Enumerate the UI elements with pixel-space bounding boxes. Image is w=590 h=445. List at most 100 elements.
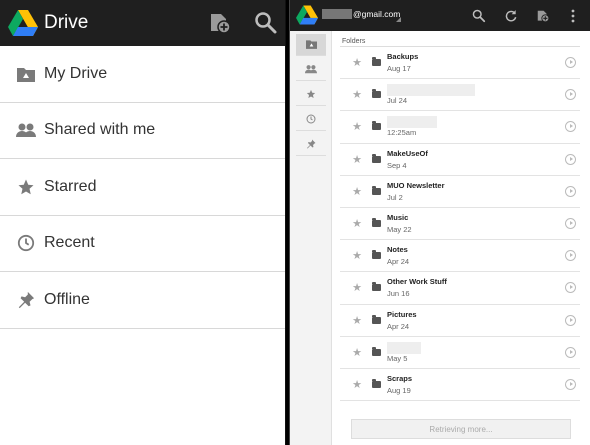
folder-row[interactable]: ★ 12:25am (340, 111, 580, 144)
rail-starred-button[interactable] (296, 84, 326, 106)
star-icon[interactable]: ★ (350, 217, 364, 230)
search-icon[interactable] (472, 9, 486, 23)
nav-list: My Drive Shared with me Starred Recent O… (0, 46, 285, 329)
clock-icon (16, 233, 36, 253)
dropdown-caret-icon (396, 17, 401, 22)
folder-date: Aug 19 (387, 385, 411, 395)
nav-item-label: Starred (44, 177, 97, 195)
details-arrow-icon[interactable] (565, 89, 576, 101)
folder-row[interactable]: ★ Music May 22 (340, 208, 580, 241)
details-arrow-icon[interactable] (565, 121, 576, 133)
upload-icon[interactable] (536, 9, 550, 23)
overflow-menu-icon[interactable] (570, 9, 576, 23)
star-icon[interactable]: ★ (350, 378, 364, 391)
nav-item-label: My Drive (44, 64, 108, 82)
upload-icon[interactable] (208, 11, 232, 35)
app-title: Drive (44, 12, 89, 33)
star-icon[interactable]: ★ (350, 185, 364, 198)
folder-name: Backups (387, 52, 419, 62)
nav-item-starred[interactable]: Starred (0, 159, 285, 216)
account-email: @gmail.com (353, 9, 401, 19)
drive-logo-icon[interactable] (296, 5, 318, 25)
star-icon[interactable]: ★ (350, 88, 364, 101)
nav-item-offline[interactable]: Offline (0, 272, 285, 329)
folder-row[interactable]: ★ May 5 (340, 337, 580, 369)
details-arrow-icon[interactable] (565, 57, 576, 68)
my-drive-icon (16, 64, 36, 84)
folder-row[interactable]: ★ Jul 24 (340, 79, 580, 112)
folder-icon (372, 346, 381, 356)
action-bar: @gmail.com (290, 0, 590, 31)
folder-name: Notes (387, 245, 408, 255)
folder-date: Apr 24 (387, 257, 410, 267)
details-arrow-icon[interactable] (565, 185, 576, 197)
folder-date: Jul 24 (387, 96, 408, 106)
folder-icon (372, 218, 381, 228)
star-icon[interactable]: ★ (350, 249, 364, 262)
people-icon (16, 120, 36, 140)
phone-drive-panel: Drive My Drive Shared with me Starred Re… (0, 0, 286, 445)
nav-item-label: Shared with me (44, 121, 156, 139)
rail-my-drive-button[interactable] (296, 34, 326, 56)
folder-date: 12:25am (387, 128, 417, 138)
details-arrow-icon[interactable] (565, 378, 576, 390)
nav-item-my-drive[interactable]: My Drive (0, 46, 285, 103)
folder-row[interactable]: ★ Scraps Aug 19 (340, 369, 580, 402)
folder-row[interactable]: ★ Backups Aug 17 (340, 47, 580, 80)
folder-icon (372, 282, 381, 292)
star-icon[interactable]: ★ (350, 346, 364, 359)
star-icon[interactable]: ★ (350, 281, 364, 294)
details-arrow-icon[interactable] (565, 346, 576, 358)
drive-logo-icon[interactable] (8, 10, 38, 36)
folder-row[interactable]: ★ Other Work Stuff Jun 16 (340, 272, 580, 305)
people-icon (305, 61, 317, 79)
account-selector[interactable]: @gmail.com (322, 9, 401, 22)
nav-item-recent[interactable]: Recent (0, 216, 285, 272)
star-icon[interactable]: ★ (350, 153, 364, 166)
nav-item-label: Recent (44, 234, 95, 252)
details-arrow-icon[interactable] (565, 217, 576, 229)
redacted-username (322, 9, 352, 19)
folder-icon (372, 378, 381, 388)
folder-date: Sep 4 (387, 160, 407, 170)
action-bar: Drive (0, 0, 285, 46)
rail-recent-button[interactable] (296, 109, 326, 131)
rail-shared-button[interactable] (296, 59, 326, 81)
folder-name: MakeUseOf (387, 148, 428, 158)
folder-name: Other Work Stuff (387, 277, 447, 287)
star-icon[interactable]: ★ (350, 314, 364, 327)
folder-name: Pictures (387, 309, 417, 319)
folder-row[interactable]: ★ MakeUseOf Sep 4 (340, 144, 580, 176)
my-drive-icon (305, 36, 317, 54)
folder-date: May 22 (387, 225, 412, 235)
rail-offline-button[interactable] (296, 134, 326, 156)
star-icon[interactable]: ★ (350, 120, 364, 133)
search-icon[interactable] (254, 11, 278, 35)
star-icon (16, 177, 36, 197)
nav-item-shared-with-me[interactable]: Shared with me (0, 103, 285, 159)
folder-row[interactable]: ★ Notes Apr 24 (340, 240, 580, 273)
folder-row[interactable]: ★ Pictures Apr 24 (340, 305, 580, 337)
folder-icon (372, 250, 381, 260)
folder-name-redacted (387, 341, 421, 354)
folder-date: Apr 24 (387, 321, 410, 331)
tablet-drive-panel: @gmail.com Folders ★ Backups Aug 17 ★ Ju… (289, 0, 590, 445)
folder-row[interactable]: ★ MUO Newsletter Jul 2 (340, 176, 580, 208)
details-arrow-icon[interactable] (565, 282, 576, 294)
details-arrow-icon[interactable] (565, 153, 576, 165)
nav-item-label: Offline (44, 290, 90, 308)
details-arrow-icon[interactable] (565, 250, 576, 262)
folder-name: MUO Newsletter (387, 180, 445, 190)
folder-name-redacted (387, 116, 437, 129)
pin-icon (306, 136, 316, 154)
star-icon[interactable]: ★ (350, 56, 364, 69)
details-arrow-icon[interactable] (565, 314, 576, 326)
folder-date: Aug 17 (387, 64, 411, 74)
retrieving-more-button[interactable]: Retrieving more... (351, 419, 571, 439)
folder-date: Jul 2 (387, 192, 403, 202)
folder-list: Folders ★ Backups Aug 17 ★ Jul 24 ★ 12:25… (340, 31, 580, 402)
nav-rail (290, 31, 332, 445)
folder-icon (372, 89, 381, 99)
refresh-icon[interactable] (504, 9, 518, 23)
clock-icon (306, 111, 316, 129)
